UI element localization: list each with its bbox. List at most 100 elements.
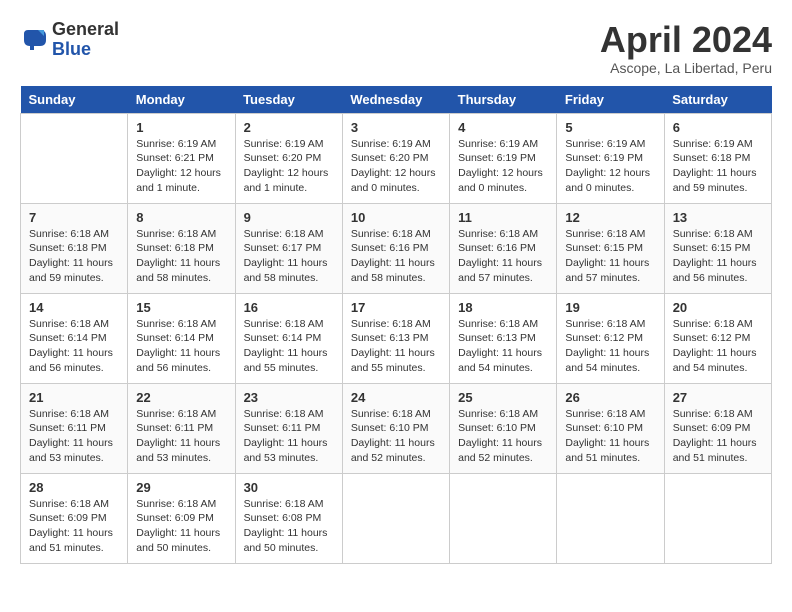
calendar-cell: 12 Sunrise: 6:18 AM Sunset: 6:15 PM Dayli…: [557, 203, 664, 293]
day-info: Sunrise: 6:18 AM Sunset: 6:16 PM Dayligh…: [458, 227, 548, 286]
calendar-cell: 6 Sunrise: 6:19 AM Sunset: 6:18 PM Daylig…: [664, 113, 771, 203]
day-number: 14: [29, 300, 119, 315]
calendar-cell: 8 Sunrise: 6:18 AM Sunset: 6:18 PM Daylig…: [128, 203, 235, 293]
calendar-cell: 25 Sunrise: 6:18 AM Sunset: 6:10 PM Dayli…: [450, 383, 557, 473]
calendar-cell: 23Sunrise: 6:18 AM Sunset: 6:11 PM Dayli…: [235, 383, 342, 473]
day-info: Sunrise: 6:18 AM Sunset: 6:10 PM Dayligh…: [565, 407, 655, 466]
calendar-cell: 16 Sunrise: 6:18 AM Sunset: 6:14 PM Dayli…: [235, 293, 342, 383]
day-info: Sunrise: 6:18 AM Sunset: 6:09 PM Dayligh…: [673, 407, 763, 466]
week-row-4: 21 Sunrise: 6:18 AM Sunset: 6:11 PM Dayli…: [21, 383, 772, 473]
day-info: Sunrise: 6:19 AM Sunset: 6:20 PM Dayligh…: [244, 137, 334, 196]
day-number: 4: [458, 120, 548, 135]
calendar-cell: 28 Sunrise: 6:18 AM Sunset: 6:09 PM Dayli…: [21, 473, 128, 563]
calendar-cell: [21, 113, 128, 203]
day-number: 17: [351, 300, 441, 315]
logo-text: General Blue: [52, 20, 119, 60]
calendar-cell: 22 Sunrise: 6:18 AM Sunset: 6:11 PM Dayli…: [128, 383, 235, 473]
calendar-cell: 13 Sunrise: 6:18 AM Sunset: 6:15 PM Dayli…: [664, 203, 771, 293]
day-info: Sunrise: 6:19 AM Sunset: 6:20 PM Dayligh…: [351, 137, 441, 196]
calendar-cell: 2 Sunrise: 6:19 AM Sunset: 6:20 PM Daylig…: [235, 113, 342, 203]
day-number: 25: [458, 390, 548, 405]
day-number: 11: [458, 210, 548, 225]
calendar-cell: 3 Sunrise: 6:19 AM Sunset: 6:20 PM Daylig…: [342, 113, 449, 203]
day-number: 3: [351, 120, 441, 135]
day-number: 18: [458, 300, 548, 315]
day-info: Sunrise: 6:18 AM Sunset: 6:09 PM Dayligh…: [29, 497, 119, 556]
day-info: Sunrise: 6:18 AM Sunset: 6:09 PM Dayligh…: [136, 497, 226, 556]
day-number: 1: [136, 120, 226, 135]
calendar-cell: [450, 473, 557, 563]
day-info: Sunrise: 6:18 AM Sunset: 6:12 PM Dayligh…: [565, 317, 655, 376]
day-info: Sunrise: 6:19 AM Sunset: 6:19 PM Dayligh…: [565, 137, 655, 196]
day-info: Sunrise: 6:19 AM Sunset: 6:21 PM Dayligh…: [136, 137, 226, 196]
calendar-cell: 19Sunrise: 6:18 AM Sunset: 6:12 PM Dayli…: [557, 293, 664, 383]
calendar-cell: [664, 473, 771, 563]
day-info: Sunrise: 6:18 AM Sunset: 6:14 PM Dayligh…: [244, 317, 334, 376]
day-number: 26: [565, 390, 655, 405]
calendar-cell: 26 Sunrise: 6:18 AM Sunset: 6:10 PM Dayli…: [557, 383, 664, 473]
day-info: Sunrise: 6:19 AM Sunset: 6:18 PM Dayligh…: [673, 137, 763, 196]
day-number: 9: [244, 210, 334, 225]
calendar-cell: 24Sunrise: 6:18 AM Sunset: 6:10 PM Dayli…: [342, 383, 449, 473]
calendar-cell: 18 Sunrise: 6:18 AM Sunset: 6:13 PM Dayli…: [450, 293, 557, 383]
calendar-cell: 5 Sunrise: 6:19 AM Sunset: 6:19 PM Daylig…: [557, 113, 664, 203]
day-number: 15: [136, 300, 226, 315]
title-area: April 2024 Ascope, La Libertad, Peru: [600, 20, 772, 76]
day-info: Sunrise: 6:18 AM Sunset: 6:13 PM Dayligh…: [458, 317, 548, 376]
day-info: Sunrise: 6:18 AM Sunset: 6:14 PM Dayligh…: [29, 317, 119, 376]
day-number: 28: [29, 480, 119, 495]
calendar-cell: 4 Sunrise: 6:19 AM Sunset: 6:19 PM Daylig…: [450, 113, 557, 203]
day-number: 29: [136, 480, 226, 495]
day-info: Sunrise: 6:18 AM Sunset: 6:15 PM Dayligh…: [565, 227, 655, 286]
header-friday: Friday: [557, 86, 664, 114]
day-number: 6: [673, 120, 763, 135]
day-number: 5: [565, 120, 655, 135]
day-info: Sunrise: 6:18 AM Sunset: 6:13 PM Dayligh…: [351, 317, 441, 376]
logo: General Blue: [20, 20, 119, 60]
logo-general: General: [52, 20, 119, 40]
day-info: Sunrise: 6:18 AM Sunset: 6:16 PM Dayligh…: [351, 227, 441, 286]
calendar-cell: 7 Sunrise: 6:18 AM Sunset: 6:18 PM Daylig…: [21, 203, 128, 293]
header-saturday: Saturday: [664, 86, 771, 114]
logo-icon: [20, 26, 48, 54]
calendar-cell: 30Sunrise: 6:18 AM Sunset: 6:08 PM Dayli…: [235, 473, 342, 563]
calendar-cell: 1 Sunrise: 6:19 AM Sunset: 6:21 PM Daylig…: [128, 113, 235, 203]
month-title: April 2024: [600, 20, 772, 60]
calendar-cell: 21Sunrise: 6:18 AM Sunset: 6:11 PM Dayli…: [21, 383, 128, 473]
logo-blue: Blue: [52, 40, 119, 60]
day-number: 16: [244, 300, 334, 315]
calendar-cell: 29 Sunrise: 6:18 AM Sunset: 6:09 PM Dayli…: [128, 473, 235, 563]
calendar-cell: [557, 473, 664, 563]
day-info: Sunrise: 6:18 AM Sunset: 6:08 PM Dayligh…: [244, 497, 334, 556]
week-row-2: 7 Sunrise: 6:18 AM Sunset: 6:18 PM Daylig…: [21, 203, 772, 293]
day-info: Sunrise: 6:18 AM Sunset: 6:18 PM Dayligh…: [29, 227, 119, 286]
day-number: 2: [244, 120, 334, 135]
day-number: 13: [673, 210, 763, 225]
header-wednesday: Wednesday: [342, 86, 449, 114]
day-info: Sunrise: 6:19 AM Sunset: 6:19 PM Dayligh…: [458, 137, 548, 196]
header-sunday: Sunday: [21, 86, 128, 114]
calendar-cell: 15 Sunrise: 6:18 AM Sunset: 6:14 PM Dayli…: [128, 293, 235, 383]
day-number: 8: [136, 210, 226, 225]
calendar-cell: 14 Sunrise: 6:18 AM Sunset: 6:14 PM Dayli…: [21, 293, 128, 383]
calendar-cell: 17 Sunrise: 6:18 AM Sunset: 6:13 PM Dayli…: [342, 293, 449, 383]
week-row-1: 1 Sunrise: 6:19 AM Sunset: 6:21 PM Daylig…: [21, 113, 772, 203]
day-number: 27: [673, 390, 763, 405]
day-number: 7: [29, 210, 119, 225]
day-info: Sunrise: 6:18 AM Sunset: 6:10 PM Dayligh…: [458, 407, 548, 466]
day-number: 12: [565, 210, 655, 225]
day-number: 22: [136, 390, 226, 405]
day-number: 21: [29, 390, 119, 405]
calendar-cell: 10 Sunrise: 6:18 AM Sunset: 6:16 PM Dayli…: [342, 203, 449, 293]
day-info: Sunrise: 6:18 AM Sunset: 6:11 PM Dayligh…: [136, 407, 226, 466]
week-row-3: 14 Sunrise: 6:18 AM Sunset: 6:14 PM Dayli…: [21, 293, 772, 383]
day-number: 23: [244, 390, 334, 405]
day-number: 10: [351, 210, 441, 225]
day-info: Sunrise: 6:18 AM Sunset: 6:18 PM Dayligh…: [136, 227, 226, 286]
calendar-table: SundayMondayTuesdayWednesdayThursdayFrid…: [20, 86, 772, 564]
calendar-cell: 27 Sunrise: 6:18 AM Sunset: 6:09 PM Dayli…: [664, 383, 771, 473]
location: Ascope, La Libertad, Peru: [600, 60, 772, 76]
day-info: Sunrise: 6:18 AM Sunset: 6:14 PM Dayligh…: [136, 317, 226, 376]
day-info: Sunrise: 6:18 AM Sunset: 6:15 PM Dayligh…: [673, 227, 763, 286]
page-header: General Blue April 2024 Ascope, La Liber…: [20, 20, 772, 76]
